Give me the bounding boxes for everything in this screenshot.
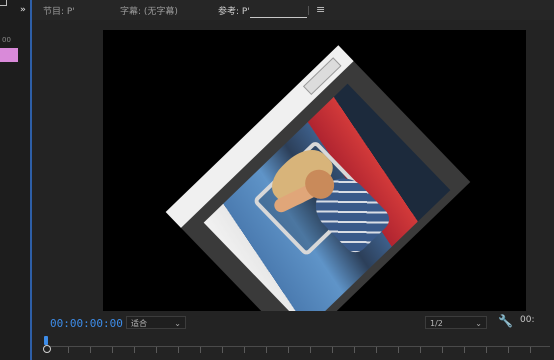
- fit-select[interactable]: 适合 ⌄: [126, 316, 186, 329]
- active-tab-indicator: [250, 17, 307, 18]
- wrench-icon[interactable]: 🔧: [498, 314, 513, 328]
- timeline-clip[interactable]: [0, 48, 18, 62]
- resolution-select-value: 1/2: [430, 319, 443, 328]
- program-monitor-viewer[interactable]: [103, 30, 526, 311]
- mini-timeline[interactable]: [43, 336, 550, 356]
- timeline-ruler: [46, 346, 550, 353]
- left-timecode-fragment: 00: [2, 36, 11, 44]
- tab-reference[interactable]: 参考: P': [218, 4, 250, 17]
- chevron-down-icon: ⌄: [475, 319, 482, 328]
- panel-divider: [30, 0, 32, 360]
- rotated-video-frame: [165, 45, 471, 311]
- tab-program[interactable]: 节目: P': [43, 4, 75, 17]
- chevron-down-icon: ⌄: [174, 319, 181, 328]
- frame-ui-element: [302, 57, 342, 96]
- playhead-timecode[interactable]: 00:00:00:00: [50, 317, 123, 330]
- tab-separator: [308, 6, 309, 15]
- corner-mark: [0, 0, 7, 6]
- expand-panel-icon[interactable]: »: [20, 5, 26, 15]
- panel-menu-icon[interactable]: ≡: [316, 3, 325, 16]
- video-photo: [203, 83, 451, 311]
- monitor-tabbar: 节目: P' 字幕: (无字幕) 参考: P' ≡: [32, 0, 554, 20]
- duration-timecode: 00:: [520, 315, 535, 325]
- resolution-select[interactable]: 1/2 ⌄: [425, 316, 487, 329]
- left-panel: » 00: [0, 0, 30, 360]
- playhead-marker[interactable]: [44, 336, 48, 345]
- fit-select-value: 适合: [131, 319, 147, 328]
- tab-captions[interactable]: 字幕: (无字幕): [120, 4, 178, 17]
- playhead-knob[interactable]: [43, 345, 51, 353]
